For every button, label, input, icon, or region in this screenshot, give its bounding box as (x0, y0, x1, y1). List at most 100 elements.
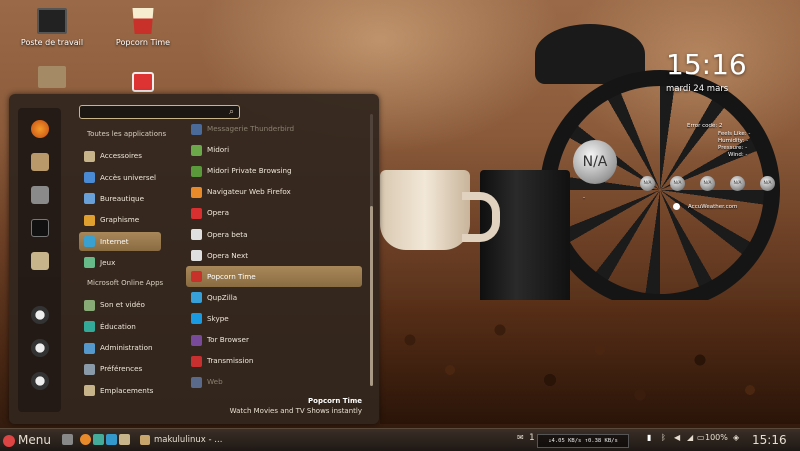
selected-app-description: Watch Movies and TV Shows instantly (229, 407, 362, 415)
opera-next-icon (191, 250, 202, 262)
application-item[interactable]: Tor Browser (186, 329, 362, 350)
application-item[interactable]: Opera (186, 202, 362, 223)
home-folder-icon[interactable] (38, 66, 66, 88)
weather-pressure: Pressure: - (718, 145, 748, 151)
volume-icon[interactable]: ◀ (674, 433, 680, 442)
menu-button-label: Menu (18, 433, 51, 447)
weather-feels-like: Feels Like: - (718, 131, 751, 137)
taskbar-window-button[interactable]: makululinux - ... (140, 432, 230, 448)
category-item[interactable]: Internet (79, 231, 161, 251)
popcorn-icon (132, 8, 154, 34)
favorite-firefox[interactable] (31, 120, 49, 138)
application-list-scrollbar[interactable] (370, 114, 373, 386)
application-item[interactable]: Messagerie Thunderbird (186, 118, 362, 139)
menu-button[interactable]: Menu (3, 431, 51, 449)
desklet-clock: 15:16 (666, 48, 747, 81)
application-label: Midori (207, 145, 230, 155)
firefox-icon (191, 186, 202, 198)
favorite-files[interactable] (31, 252, 49, 270)
popcorn-icon (191, 271, 202, 283)
application-label: Messagerie Thunderbird (207, 124, 295, 133)
keyboard-layout-icon[interactable]: ▮ (647, 433, 651, 442)
multimedia-icon (84, 299, 95, 311)
launcher-app-icon[interactable] (106, 434, 117, 445)
weather-forecast-icon: N/A (670, 176, 685, 191)
weather-forecast-icon: N/A (760, 176, 775, 191)
application-item[interactable]: Skype (186, 308, 362, 329)
application-label: Opera beta (207, 229, 248, 239)
weather-humidity: Humidity: - (718, 138, 749, 144)
application-label: Tor Browser (207, 335, 249, 344)
desktop-icon-computer[interactable]: Poste de travail (7, 8, 97, 47)
desktop-icon-label: Poste de travail (20, 38, 84, 47)
application-item[interactable]: Web (186, 371, 362, 392)
application-label: QupZilla (207, 292, 238, 302)
favorite-terminal[interactable] (31, 219, 49, 237)
desklet-date: mardi 24 mars (666, 84, 729, 94)
weather-forecast-icon: N/A (640, 176, 655, 191)
favorites-panel (18, 108, 61, 412)
bluetooth-icon[interactable]: ᛒ (661, 433, 666, 442)
weather-provider[interactable]: AccuWeather.com (688, 204, 737, 210)
network-speed-monitor: ↓4.05 KB/s ↑0.38 KB/s (537, 434, 629, 448)
application-item[interactable]: Popcorn Time (186, 265, 362, 287)
network-icon[interactable]: ◢ (687, 433, 693, 442)
opera-beta-icon (191, 229, 202, 240)
application-label: Popcorn Time (207, 271, 256, 281)
application-item[interactable]: Opera beta (186, 224, 362, 245)
category-label: Microsoft Online Apps (87, 279, 164, 288)
transmission-icon (191, 355, 202, 367)
launcher-app-icon[interactable] (93, 434, 104, 445)
battery-icon[interactable]: ▭ (697, 433, 705, 442)
desktop-icon-popcorn[interactable]: Popcorn Time (98, 8, 188, 47)
launcher-files-icon[interactable] (119, 434, 130, 445)
category-label: Préférences (100, 364, 143, 374)
application-item[interactable]: Transmission (186, 350, 362, 371)
skype-icon (191, 313, 202, 325)
wallpaper-grinder-wheel (540, 70, 780, 310)
notifications-count: 1 (529, 433, 535, 443)
weather-wind: Wind: - (728, 152, 748, 158)
application-item[interactable]: QupZilla (186, 287, 362, 308)
app-icon[interactable] (132, 72, 154, 92)
category-label: Jeux (100, 257, 116, 267)
qupzilla-icon (191, 292, 202, 304)
application-label: Midori Private Browsing (207, 166, 292, 176)
category-label: Internet (100, 236, 129, 246)
wallpaper-cup-handle (462, 192, 500, 242)
office-icon (84, 193, 95, 205)
launcher-firefox-icon[interactable] (80, 434, 91, 445)
favorite-shutdown[interactable] (31, 372, 49, 390)
thunderbird-icon (191, 123, 202, 135)
sun-icon (673, 203, 680, 210)
show-desktop-icon[interactable] (62, 434, 73, 445)
window-icon (140, 434, 150, 445)
favorite-logout[interactable] (31, 339, 49, 357)
application-item[interactable]: Opera Next (186, 245, 362, 266)
midori-icon (191, 144, 202, 156)
application-item[interactable]: Midori (186, 139, 362, 160)
taskbar-clock[interactable]: 15:16 (752, 431, 787, 449)
category-label: Accessoires (100, 151, 142, 161)
scrollbar-thumb[interactable] (370, 206, 373, 386)
application-item[interactable]: Midori Private Browsing (186, 160, 362, 181)
update-shield-icon[interactable]: ◈ (733, 433, 739, 442)
application-item[interactable]: Navigateur Web Firefox (186, 181, 362, 202)
menu-logo-icon (3, 434, 15, 447)
desktop: Poste de travail Popcorn Time 15:16 mard… (0, 0, 800, 450)
favorite-lock-screen[interactable] (31, 306, 49, 324)
category-label: Emplacements (100, 385, 154, 395)
search-input[interactable]: ⌕ (79, 105, 240, 119)
accessories-icon (84, 150, 95, 162)
opera-icon (191, 207, 202, 219)
midori-private-icon (191, 165, 202, 177)
application-label: Transmission (207, 356, 254, 366)
selected-app-title: Popcorn Time (308, 397, 362, 405)
category-label: Administration (100, 343, 153, 352)
search-icon: ⌕ (228, 107, 234, 117)
favorite-package-manager[interactable] (31, 153, 49, 171)
favorite-control-center[interactable] (31, 186, 49, 204)
application-menu: ⌕ Toutes les applications Accessoires Accè… (9, 94, 379, 424)
weather-forecast-icon: N/A (730, 176, 745, 191)
notifications-icon[interactable]: ✉ (517, 433, 524, 442)
